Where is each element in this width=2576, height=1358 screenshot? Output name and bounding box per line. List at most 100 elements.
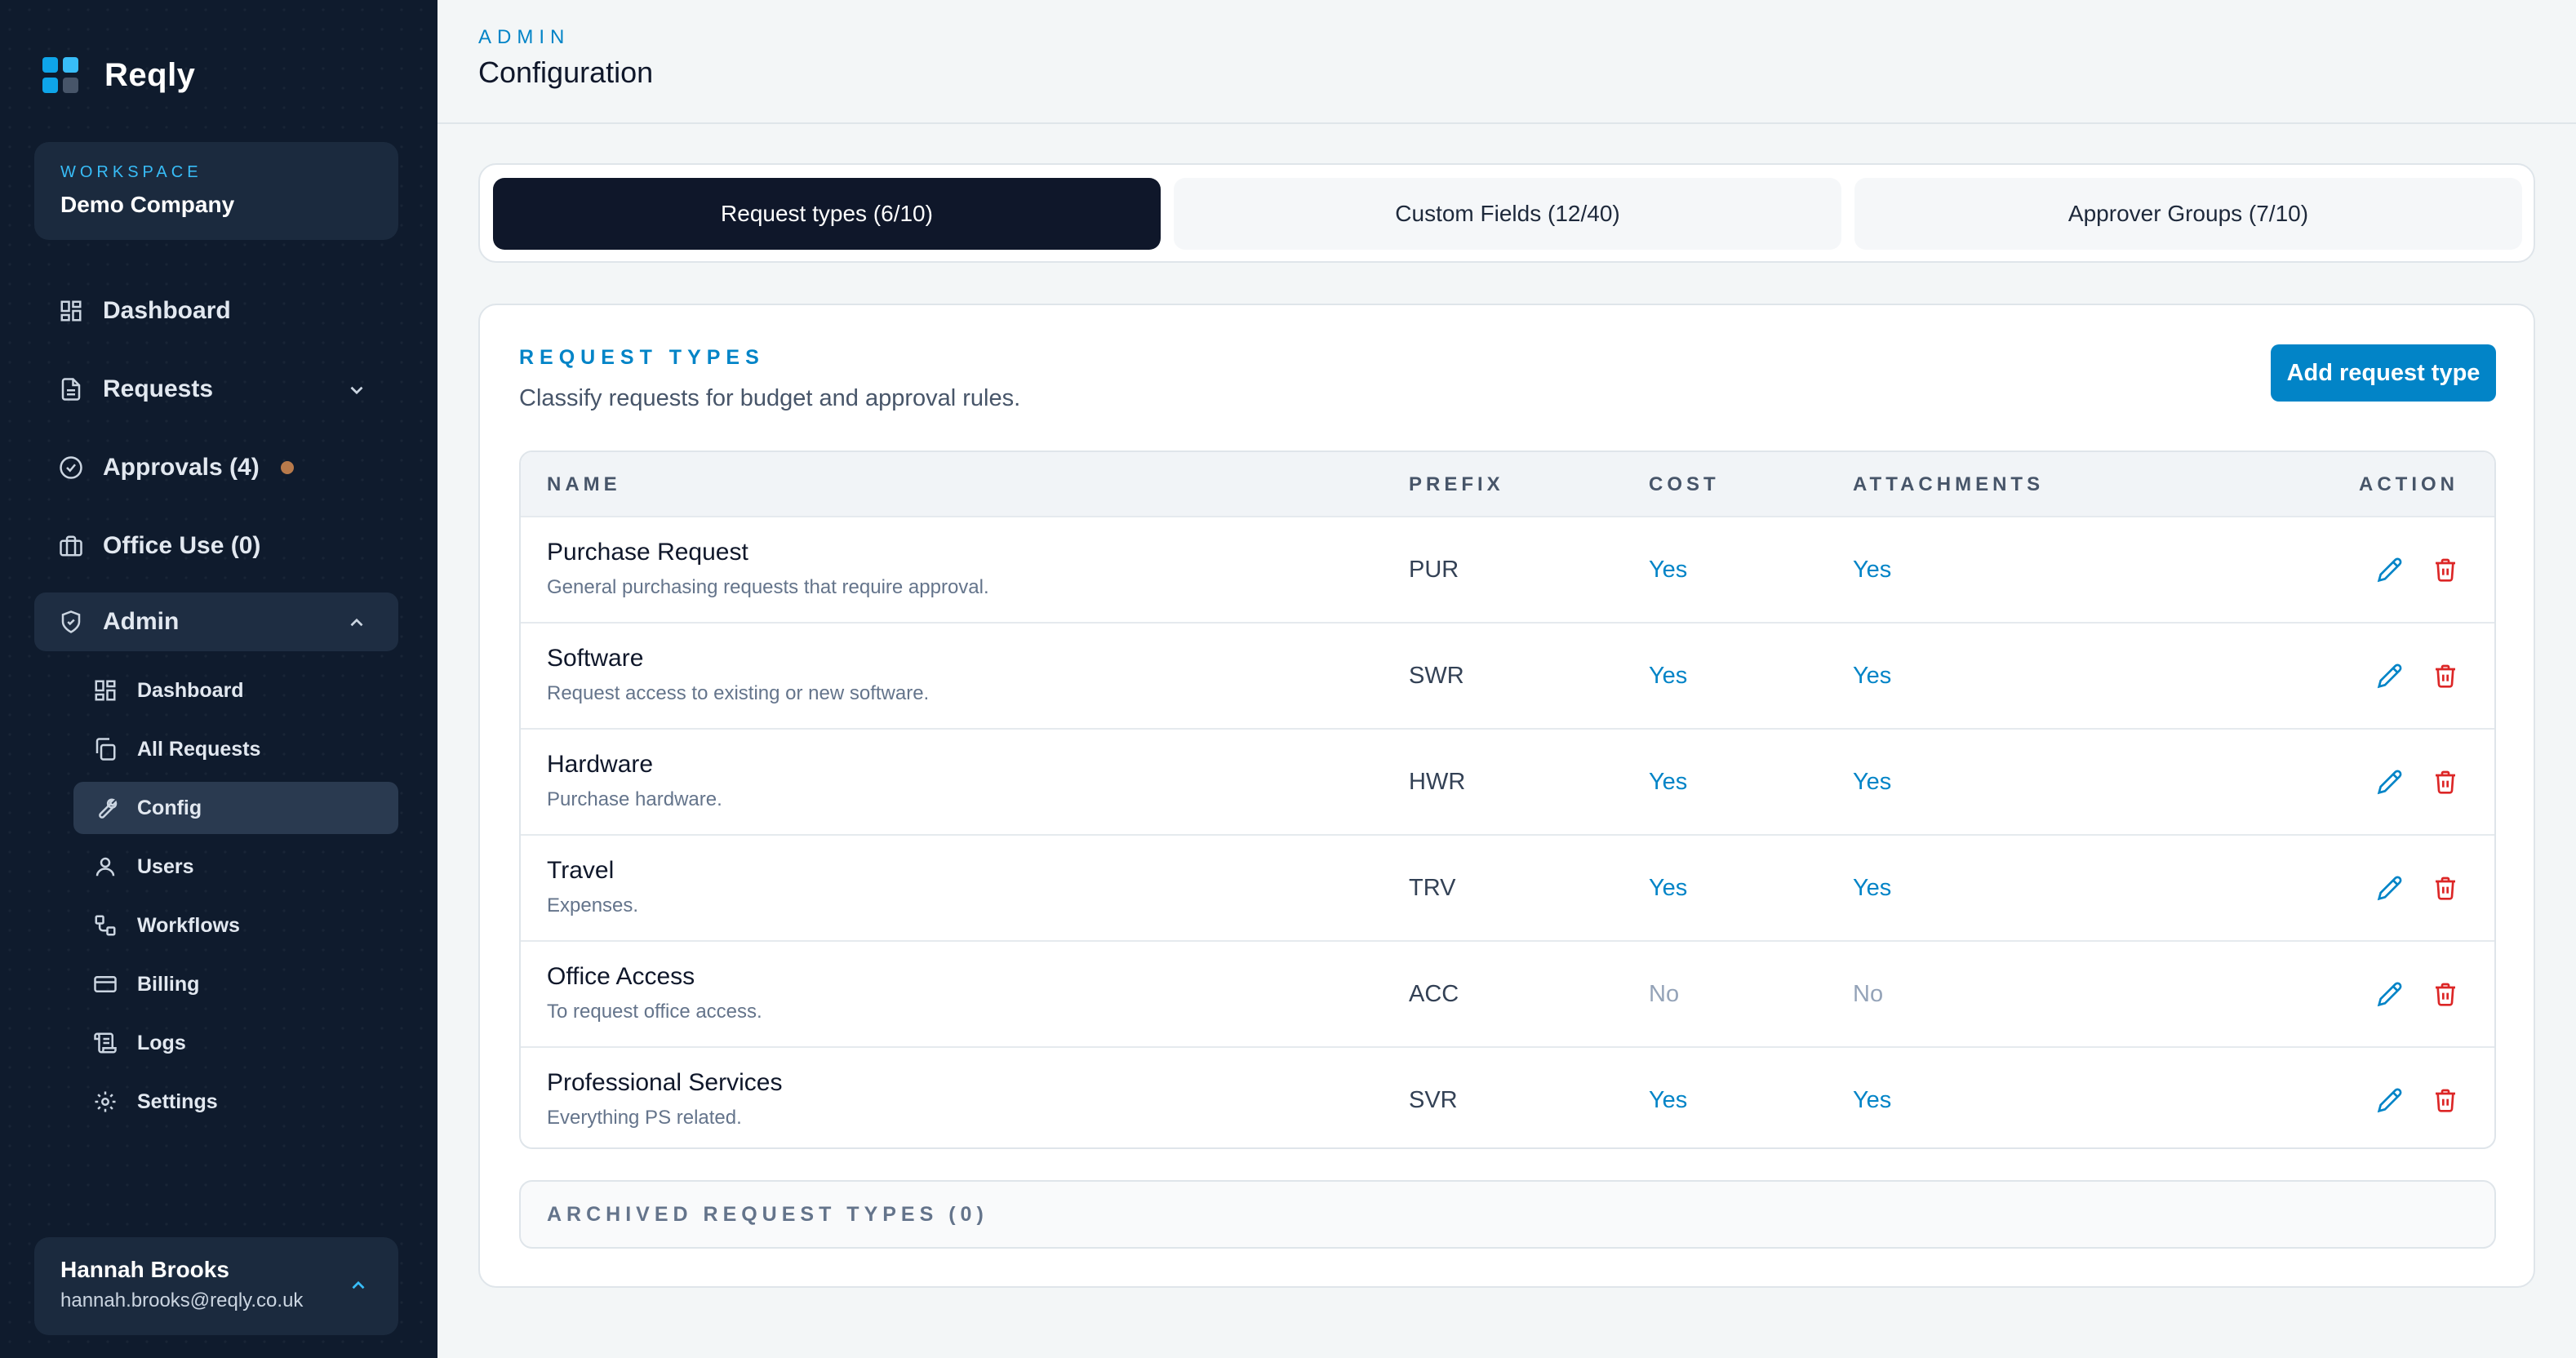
row-name: Hardware [547, 751, 654, 778]
shield-check-icon [61, 610, 81, 633]
column-header-cost: COST [1649, 473, 1720, 495]
gear-icon [95, 1091, 116, 1112]
user-email: hannah.brooks@reqly.co.uk [60, 1289, 304, 1311]
row-prefix: PUR [1409, 557, 1459, 583]
trash-icon[interactable] [2432, 557, 2458, 583]
admin-nav-label: Logs [137, 1031, 186, 1054]
nav-requests[interactable]: Requests [34, 360, 398, 419]
row-prefix: ACC [1409, 981, 1459, 1007]
request-types-card: REQUEST TYPES Classify requests for budg… [478, 304, 2535, 1288]
nav-dashboard[interactable]: Dashboard [34, 282, 398, 340]
archived-request-types-toggle[interactable]: ARCHIVED REQUEST TYPES (0) [519, 1180, 2496, 1249]
pencil-icon[interactable] [2377, 663, 2403, 689]
column-header-name: NAME [547, 473, 621, 495]
nav-requests-label: Requests [103, 375, 214, 402]
trash-icon[interactable] [2432, 1087, 2458, 1113]
admin-nav-dashboard[interactable]: Dashboard [73, 664, 398, 717]
workspace-switcher[interactable]: WORKSPACE Demo Company [34, 142, 398, 240]
admin-nav-label: Settings [137, 1090, 218, 1113]
section-description: Classify requests for budget and approva… [519, 385, 1021, 411]
row-name: Software [547, 645, 644, 672]
row-cost: Yes [1649, 557, 1688, 583]
row-attachments: Yes [1853, 769, 1892, 795]
row-description: Everything PS related. [547, 1107, 742, 1129]
row-description: General purchasing requests that require… [547, 576, 989, 598]
nav-office-use[interactable]: Office Use (0) [34, 517, 398, 575]
chevron-down-icon [350, 386, 363, 395]
reqly-logo-icon [42, 57, 78, 93]
nav-dashboard-label: Dashboard [103, 297, 231, 324]
brand-name: Reqly [104, 56, 196, 93]
admin-nav-users[interactable]: Users [73, 841, 398, 893]
table-row: Hardware Purchase hardware. HWR Yes Yes [521, 728, 2494, 834]
check-circle-icon [60, 456, 82, 479]
briefcase-icon [60, 535, 82, 557]
nav-approvals-label: Approvals (4) [103, 454, 260, 481]
pencil-icon[interactable] [2377, 875, 2403, 901]
tab-custom-fields[interactable]: Custom Fields (12/40) [1174, 178, 1841, 250]
admin-nav-label: Billing [137, 972, 200, 996]
pencil-icon[interactable] [2377, 557, 2403, 583]
table-row: Office Access To request office access. … [521, 940, 2494, 1046]
trash-icon[interactable] [2432, 981, 2458, 1007]
page-header: ADMIN Configuration [437, 0, 2576, 124]
column-header-action: ACTION [2359, 473, 2458, 495]
admin-nav-workflows[interactable]: Workflows [73, 899, 398, 952]
trash-icon[interactable] [2432, 875, 2458, 901]
config-tabs: Request types (6/10) Custom Fields (12/4… [478, 163, 2535, 263]
table-row: Purchase Request General purchasing requ… [521, 516, 2494, 622]
brand[interactable]: Reqly [41, 55, 195, 95]
pencil-icon[interactable] [2377, 1087, 2403, 1113]
notification-dot [280, 461, 294, 474]
nav-admin-label: Admin [103, 608, 180, 635]
nav-admin[interactable]: Admin [34, 592, 398, 651]
row-name: Travel [547, 857, 615, 884]
trash-icon[interactable] [2432, 769, 2458, 795]
admin-nav-label: All Requests [137, 737, 261, 761]
column-header-attachments: ATTACHMENTS [1853, 473, 2045, 495]
admin-nav-config[interactable]: Config [73, 782, 398, 834]
admin-nav-all-requests[interactable]: All Requests [73, 723, 398, 775]
trash-icon[interactable] [2432, 663, 2458, 689]
tab-approver-groups[interactable]: Approver Groups (7/10) [1854, 178, 2522, 250]
row-attachments: No [1853, 981, 1884, 1007]
row-cost: Yes [1649, 769, 1688, 795]
table-row: Travel Expenses. TRV Yes Yes [521, 834, 2494, 940]
row-name: Office Access [547, 963, 695, 990]
row-cost: No [1649, 981, 1680, 1007]
row-prefix: TRV [1409, 875, 1456, 901]
table-header: NAME PREFIX COST ATTACHMENTS ACTION [521, 452, 2494, 516]
workflow-icon [95, 915, 116, 936]
document-icon [61, 378, 81, 401]
row-name: Professional Services [547, 1069, 783, 1096]
workspace-label: WORKSPACE [60, 163, 202, 181]
user-name: Hannah Brooks [60, 1257, 229, 1282]
header-kicker: ADMIN [478, 26, 571, 48]
section-title: REQUEST TYPES [519, 346, 765, 369]
admin-nav-billing[interactable]: Billing [73, 958, 398, 1010]
row-description: To request office access. [547, 1001, 762, 1023]
nav-approvals[interactable]: Approvals (4) [34, 438, 398, 497]
sidebar: Reqly WORKSPACE Demo Company Dashboard R… [0, 0, 437, 1358]
row-attachments: Yes [1853, 1087, 1892, 1113]
admin-nav-label: Config [137, 796, 202, 819]
grid-icon [95, 680, 116, 701]
row-attachments: Yes [1853, 663, 1892, 689]
admin-nav-logs[interactable]: Logs [73, 1017, 398, 1069]
nav-office-use-label: Office Use (0) [103, 532, 261, 559]
add-request-type-button[interactable]: Add request type [2271, 344, 2496, 402]
credit-card-icon [94, 976, 117, 992]
admin-nav-settings[interactable]: Settings [73, 1076, 398, 1128]
scroll-icon [94, 1032, 117, 1054]
pencil-icon[interactable] [2377, 981, 2403, 1007]
row-description: Purchase hardware. [547, 788, 722, 810]
request-types-table: NAME PREFIX COST ATTACHMENTS ACTION Purc… [519, 450, 2496, 1149]
pencil-icon[interactable] [2377, 769, 2403, 795]
user-menu[interactable]: Hannah Brooks hannah.brooks@reqly.co.uk [34, 1237, 398, 1335]
row-name: Purchase Request [547, 539, 748, 566]
row-cost: Yes [1649, 663, 1688, 689]
tab-request-types[interactable]: Request types (6/10) [493, 178, 1161, 250]
row-cost: Yes [1649, 875, 1688, 901]
row-description: Expenses. [547, 894, 639, 916]
row-prefix: HWR [1409, 769, 1466, 795]
